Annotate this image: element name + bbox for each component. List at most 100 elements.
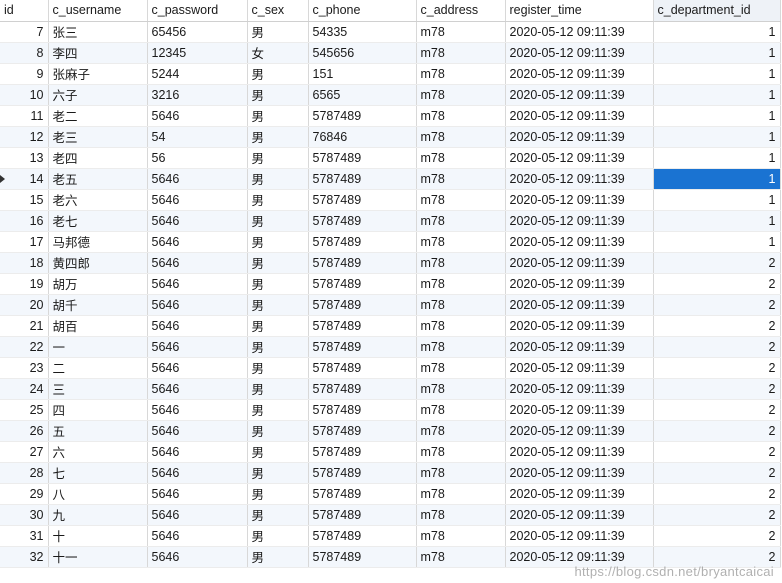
cell-c-phone[interactable]: 5787489: [308, 189, 417, 211]
cell-c-address[interactable]: m78: [416, 357, 506, 379]
cell-c-password[interactable]: 5646: [147, 504, 248, 526]
cell-c-address[interactable]: m78: [416, 483, 506, 505]
cell-id[interactable]: 8: [0, 42, 49, 64]
cell-c-phone[interactable]: 5787489: [308, 273, 417, 295]
cell-c-department-id[interactable]: 1: [653, 189, 781, 211]
table-row[interactable]: 7 张三 65456 男 54335 m78 2020-05-12 09:11:39 1: [0, 21, 781, 43]
cell-c-password[interactable]: 5646: [147, 441, 248, 463]
cell-c-address[interactable]: m78: [416, 252, 506, 274]
cell-id[interactable]: 11: [0, 105, 49, 127]
cell-id[interactable]: 12: [0, 126, 49, 148]
cell-register-time[interactable]: 2020-05-12 09:11:39: [505, 294, 654, 316]
table-row[interactable]: 29 八 5646 男 5787489 m78 2020-05-12 09:11:39 2: [0, 483, 781, 505]
cell-c-address[interactable]: m78: [416, 294, 506, 316]
cell-c-password[interactable]: 56: [147, 147, 248, 169]
cell-c-password[interactable]: 5646: [147, 525, 248, 547]
cell-c-password[interactable]: 65456: [147, 21, 248, 43]
cell-id[interactable]: 29: [0, 483, 49, 505]
cell-c-username[interactable]: 黄四郎: [48, 252, 148, 274]
cell-c-address[interactable]: m78: [416, 126, 506, 148]
cell-c-address[interactable]: m78: [416, 336, 506, 358]
cell-register-time[interactable]: 2020-05-12 09:11:39: [505, 504, 654, 526]
cell-c-phone[interactable]: 6565: [308, 84, 417, 106]
cell-c-password[interactable]: 54: [147, 126, 248, 148]
cell-c-phone[interactable]: 5787489: [308, 357, 417, 379]
cell-id[interactable]: 31: [0, 525, 49, 547]
cell-c-phone[interactable]: 5787489: [308, 210, 417, 232]
cell-register-time[interactable]: 2020-05-12 09:11:39: [505, 357, 654, 379]
cell-id[interactable]: 22: [0, 336, 49, 358]
cell-id[interactable]: 27: [0, 441, 49, 463]
cell-c-username[interactable]: 八: [48, 483, 148, 505]
cell-register-time[interactable]: 2020-05-12 09:11:39: [505, 399, 654, 421]
cell-c-password[interactable]: 3216: [147, 84, 248, 106]
table-row[interactable]: 19 胡万 5646 男 5787489 m78 2020-05-12 09:11:39 2: [0, 273, 781, 295]
cell-c-sex[interactable]: 男: [247, 336, 309, 358]
cell-c-address[interactable]: m78: [416, 441, 506, 463]
table-row[interactable]: 17 马邦德 5646 男 5787489 m78 2020-05-12 09:11:39 1: [0, 231, 781, 253]
column-header-c-phone[interactable]: c_phone: [308, 0, 417, 22]
cell-register-time[interactable]: 2020-05-12 09:11:39: [505, 441, 654, 463]
cell-c-username[interactable]: 六: [48, 441, 148, 463]
table-row[interactable]: 30 九 5646 男 5787489 m78 2020-05-12 09:11:39 2: [0, 504, 781, 526]
cell-c-department-id[interactable]: 1: [653, 84, 781, 106]
cell-c-password[interactable]: 5646: [147, 105, 248, 127]
cell-c-sex[interactable]: 男: [247, 105, 309, 127]
cell-c-department-id[interactable]: 1: [653, 210, 781, 232]
cell-c-department-id[interactable]: 2: [653, 273, 781, 295]
cell-c-address[interactable]: m78: [416, 315, 506, 337]
cell-c-phone[interactable]: 5787489: [308, 504, 417, 526]
cell-c-department-id[interactable]: 2: [653, 294, 781, 316]
cell-c-address[interactable]: m78: [416, 21, 506, 43]
cell-c-password[interactable]: 5646: [147, 483, 248, 505]
cell-c-phone[interactable]: 5787489: [308, 315, 417, 337]
cell-c-phone[interactable]: 5787489: [308, 399, 417, 421]
cell-c-sex[interactable]: 男: [247, 21, 309, 43]
cell-c-username[interactable]: 老七: [48, 210, 148, 232]
cell-c-password[interactable]: 5646: [147, 252, 248, 274]
cell-c-sex[interactable]: 男: [247, 504, 309, 526]
cell-c-department-id[interactable]: 2: [653, 399, 781, 421]
cell-c-sex[interactable]: 男: [247, 399, 309, 421]
cell-c-sex[interactable]: 男: [247, 294, 309, 316]
column-header-c-password[interactable]: c_password: [147, 0, 248, 22]
cell-c-username[interactable]: 马邦德: [48, 231, 148, 253]
table-row[interactable]: 14 老五 5646 男 5787489 m78 2020-05-12 09:11:39 1: [0, 168, 781, 190]
cell-c-phone[interactable]: 5787489: [308, 546, 417, 568]
cell-c-address[interactable]: m78: [416, 189, 506, 211]
cell-c-address[interactable]: m78: [416, 462, 506, 484]
cell-c-password[interactable]: 5244: [147, 63, 248, 85]
cell-c-phone[interactable]: 5787489: [308, 462, 417, 484]
table-row[interactable]: 10 六子 3216 男 6565 m78 2020-05-12 09:11:39 1: [0, 84, 781, 106]
table-row[interactable]: 26 五 5646 男 5787489 m78 2020-05-12 09:11:39 2: [0, 420, 781, 442]
column-header-register-time[interactable]: register_time: [505, 0, 654, 22]
column-header-c-username[interactable]: c_username: [48, 0, 148, 22]
cell-register-time[interactable]: 2020-05-12 09:11:39: [505, 378, 654, 400]
cell-c-password[interactable]: 5646: [147, 378, 248, 400]
column-header-c-department-id[interactable]: c_department_id: [653, 0, 781, 22]
cell-c-sex[interactable]: 男: [247, 441, 309, 463]
cell-c-password[interactable]: 5646: [147, 420, 248, 442]
table-row[interactable]: 25 四 5646 男 5787489 m78 2020-05-12 09:11:39 2: [0, 399, 781, 421]
cell-c-sex[interactable]: 男: [247, 147, 309, 169]
cell-c-sex[interactable]: 男: [247, 210, 309, 232]
cell-c-username[interactable]: 老五: [48, 168, 148, 190]
cell-c-address[interactable]: m78: [416, 147, 506, 169]
column-header-id[interactable]: id: [0, 0, 49, 22]
cell-c-department-id[interactable]: 2: [653, 357, 781, 379]
cell-id[interactable]: 9: [0, 63, 49, 85]
cell-c-password[interactable]: 5646: [147, 546, 248, 568]
cell-c-sex[interactable]: 男: [247, 315, 309, 337]
cell-c-username[interactable]: 五: [48, 420, 148, 442]
cell-c-address[interactable]: m78: [416, 546, 506, 568]
cell-c-password[interactable]: 5646: [147, 357, 248, 379]
table-row[interactable]: 31 十 5646 男 5787489 m78 2020-05-12 09:11:39 2: [0, 525, 781, 547]
cell-id[interactable]: 30: [0, 504, 49, 526]
cell-id[interactable]: 26: [0, 420, 49, 442]
cell-c-address[interactable]: m78: [416, 210, 506, 232]
cell-c-sex[interactable]: 男: [247, 483, 309, 505]
cell-c-department-id[interactable]: 1: [653, 105, 781, 127]
cell-c-department-id[interactable]: 2: [653, 315, 781, 337]
cell-c-password[interactable]: 5646: [147, 168, 248, 190]
cell-c-password[interactable]: 5646: [147, 189, 248, 211]
